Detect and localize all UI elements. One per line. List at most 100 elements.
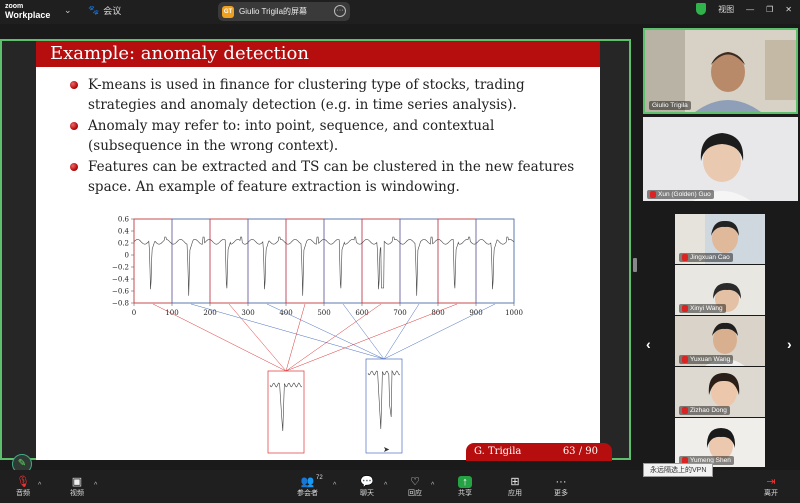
paw-icon: 🐾 [88,5,100,15]
audio-button[interactable]: 🎙 音频 [16,476,30,498]
y-tick-label: −0.8 [112,300,129,308]
participant-tile[interactable]: Giulio Trigila [643,28,798,114]
participant-tile[interactable]: Xun (Golden) Guo [643,117,798,201]
bullet-item: Features can be extracted and TS can be … [70,157,590,197]
bullet-list: K-means is used in finance for clusterin… [70,75,590,198]
network-tooltip: 永远隔选上的VPN [643,463,714,477]
chat-button[interactable]: 💬 聊天 [360,476,374,498]
window-arrow [228,303,287,372]
bullet-item: K-means is used in finance for clusterin… [70,75,590,115]
participant-tile[interactable]: Yuxuan Wang [675,316,765,366]
y-tick-label: 0.2 [118,240,129,248]
participant-tile[interactable]: Jingxuan Cao [675,214,765,264]
chevron-down-icon[interactable]: ⌄ [64,5,72,16]
window-box [285,218,325,304]
meeting-label: 会议 [103,6,122,16]
cluster-window-blue [365,358,403,454]
window-arrow [285,303,458,372]
share-title: Giulio Trigila的屏幕 [239,7,308,16]
mic-muted-icon [682,356,688,363]
people-icon: 👥 [300,476,315,488]
slide: Example: anomaly detection K-means is us… [36,41,612,461]
maximize-icon[interactable]: ❐ [766,5,773,14]
participants-button[interactable]: 👥 参会者 [297,476,318,498]
minimize-icon[interactable]: — [746,5,754,14]
logo-line2: Workplace [5,10,51,20]
mouse-cursor-icon: ➤ [383,445,390,454]
window-box [475,218,515,304]
close-icon[interactable]: ✕ [785,5,792,14]
apps-button[interactable]: ⊞ 应用 [508,476,522,498]
more-dots-icon: ··· [555,476,567,488]
participants-count: 72 [316,475,323,481]
view-button[interactable]: 视图 [718,4,734,15]
participants-options-caret[interactable]: ^ [333,482,336,489]
window-box [399,218,439,304]
y-tick-label: 0 [125,252,129,260]
screen-share-indicator[interactable]: GT Giulio Trigila的屏幕 ··· [218,2,350,21]
footer-author: G. Trigila [474,446,522,457]
x-tick-label: 200 [203,309,216,317]
window-box [323,218,363,304]
participant-name-tag: Jingxuan Cao [679,253,733,262]
react-options-caret[interactable]: ^ [431,482,434,489]
share-button[interactable]: ↑ 共享 [458,476,472,498]
x-tick-label: 1000 [505,309,523,317]
leave-icon: ⇥ [766,476,776,488]
camera-icon: ▣ [71,476,83,488]
slide-title: Example: anomaly detection [36,41,600,67]
chat-options-caret[interactable]: ^ [384,482,387,489]
y-tick-label: −0.6 [112,288,130,296]
participant-name-tag: Giulio Trigila [649,101,691,110]
x-tick-label: 800 [431,309,444,317]
apps-icon: ⊞ [510,476,520,488]
window-box [209,218,249,304]
windowing-plot: 0.60.40.20−0.2−0.4−0.6−0.801002003004005… [112,216,523,454]
video-button[interactable]: ▣ 视频 [70,476,84,498]
mic-muted-icon [682,407,688,414]
security-shield-icon[interactable] [696,3,707,15]
participant-video [645,30,796,112]
more-button[interactable]: ··· 更多 [554,476,568,498]
participant-name-tag: Xun (Golden) Guo [647,190,714,199]
sharer-avatar-icon: GT [222,5,234,18]
participant-tile[interactable]: Xinyi Wang [675,265,765,315]
mic-off-icon: 🎙 [16,476,30,488]
window-box [171,218,211,304]
window-box [247,218,287,304]
y-tick-label: −0.2 [112,264,129,272]
react-button[interactable]: ♡ 回应 [408,476,422,498]
slide-footer: G. Trigila 63 / 90 [466,443,612,461]
audio-options-caret[interactable]: ^ [38,482,41,489]
more-options-icon[interactable]: ··· [334,5,346,17]
top-bar: zoom Workplace ⌄ 🐾 会议 GT Giulio Trigila的… [0,0,800,24]
panel-resize-handle[interactable] [633,258,637,272]
window-arrow [152,303,287,372]
leave-button[interactable]: ⇥ 离开 [764,476,778,498]
x-tick-label: 500 [317,309,330,317]
x-tick-label: 600 [355,309,368,317]
window-box [437,218,477,304]
chevron-left-icon[interactable]: ‹ [646,336,651,352]
window-signal [367,370,401,430]
participant-tile[interactable]: Yumeng Shen [675,418,765,467]
participant-video [643,117,798,201]
x-tick-label: 700 [393,309,406,317]
participant-tile[interactable]: Zizhao Dong [675,367,765,417]
meeting-menu[interactable]: 🐾 会议 [88,4,121,17]
shared-screen: Example: anomaly detection K-means is us… [0,39,631,474]
share-arrow-icon: ↑ [458,476,472,488]
mic-muted-icon [682,305,688,312]
x-tick-label: 300 [241,309,254,317]
mic-muted-icon [682,254,688,261]
participant-name-tag: Zizhao Dong [679,406,730,415]
window-arrow [285,303,382,372]
y-tick-label: −0.4 [112,276,130,284]
participant-name-tag: Yuxuan Wang [679,355,734,364]
window-box [133,218,173,304]
video-options-caret[interactable]: ^ [94,482,97,489]
heart-icon: ♡ [410,476,420,488]
window-signal [269,382,303,432]
footer-page: 63 / 90 [562,446,598,457]
chevron-right-icon[interactable]: › [787,336,792,352]
